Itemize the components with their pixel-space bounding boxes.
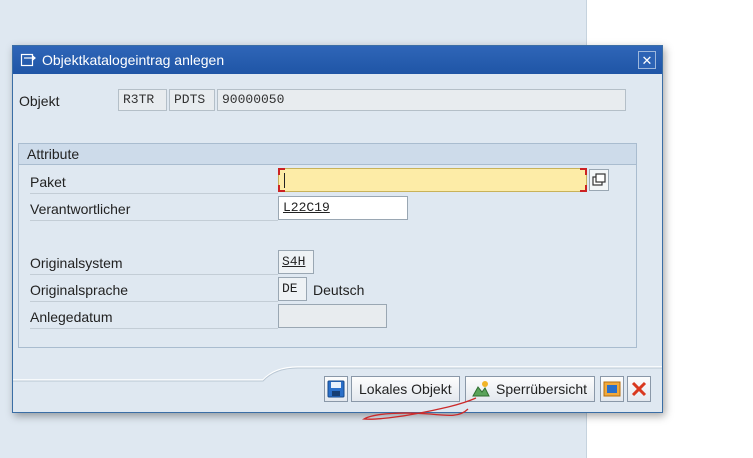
orig-language-text: Deutsch	[313, 282, 365, 298]
create-entry-icon	[20, 53, 36, 67]
orig-system-field: S4H	[278, 250, 314, 274]
created-on-label: Anlegedatum	[30, 309, 113, 325]
required-marker	[278, 168, 285, 175]
cancel-icon	[631, 381, 647, 397]
attributes-group: Attribute Paket Verantwortlicher L22C19 …	[18, 143, 637, 348]
row-divider	[30, 301, 278, 302]
orig-language-code: DE	[278, 277, 307, 301]
lock-overview-button[interactable]: Sperrübersicht	[465, 376, 596, 402]
cancel-button[interactable]	[627, 376, 651, 402]
required-marker	[580, 168, 587, 175]
responsible-input[interactable]: L22C19	[278, 196, 408, 220]
attributes-group-title: Attribute	[27, 146, 80, 162]
value-help-button[interactable]	[589, 169, 609, 191]
package-label: Paket	[30, 174, 66, 190]
responsible-label: Verantwortlicher	[30, 201, 131, 217]
orig-system-value: S4H	[282, 254, 306, 269]
required-marker	[580, 185, 587, 192]
transport-button[interactable]	[600, 376, 624, 402]
row-divider	[30, 220, 278, 221]
close-icon[interactable]: ✕	[638, 51, 656, 69]
object-pgmid-field: R3TR	[118, 89, 167, 111]
object-label: Objekt	[19, 93, 60, 109]
lock-overview-label: Sperrübersicht	[496, 381, 588, 397]
value-help-icon	[592, 173, 606, 186]
created-on-field	[278, 304, 387, 328]
dialog-titlebar: Objektkatalogeintrag anlegen ✕	[13, 46, 662, 74]
orig-system-label: Originalsystem	[30, 255, 123, 271]
package-input[interactable]	[278, 168, 587, 192]
dialog-title: Objektkatalogeintrag anlegen	[42, 52, 225, 68]
row-divider	[30, 328, 278, 329]
object-name-field: 90000050	[217, 89, 626, 111]
annotation-scribble	[361, 397, 477, 420]
row-divider	[30, 274, 278, 275]
save-icon	[327, 380, 345, 398]
dialog-window: Objektkatalogeintrag anlegen ✕ Objekt R3…	[12, 45, 663, 413]
required-marker	[278, 185, 285, 192]
object-type-field: PDTS	[169, 89, 215, 111]
save-button[interactable]	[324, 376, 348, 402]
row-divider	[30, 193, 278, 194]
orig-language-label: Originalsprache	[30, 282, 129, 298]
attributes-group-header: Attribute	[19, 144, 636, 165]
transport-icon	[603, 381, 621, 397]
responsible-value: L22C19	[283, 200, 330, 215]
